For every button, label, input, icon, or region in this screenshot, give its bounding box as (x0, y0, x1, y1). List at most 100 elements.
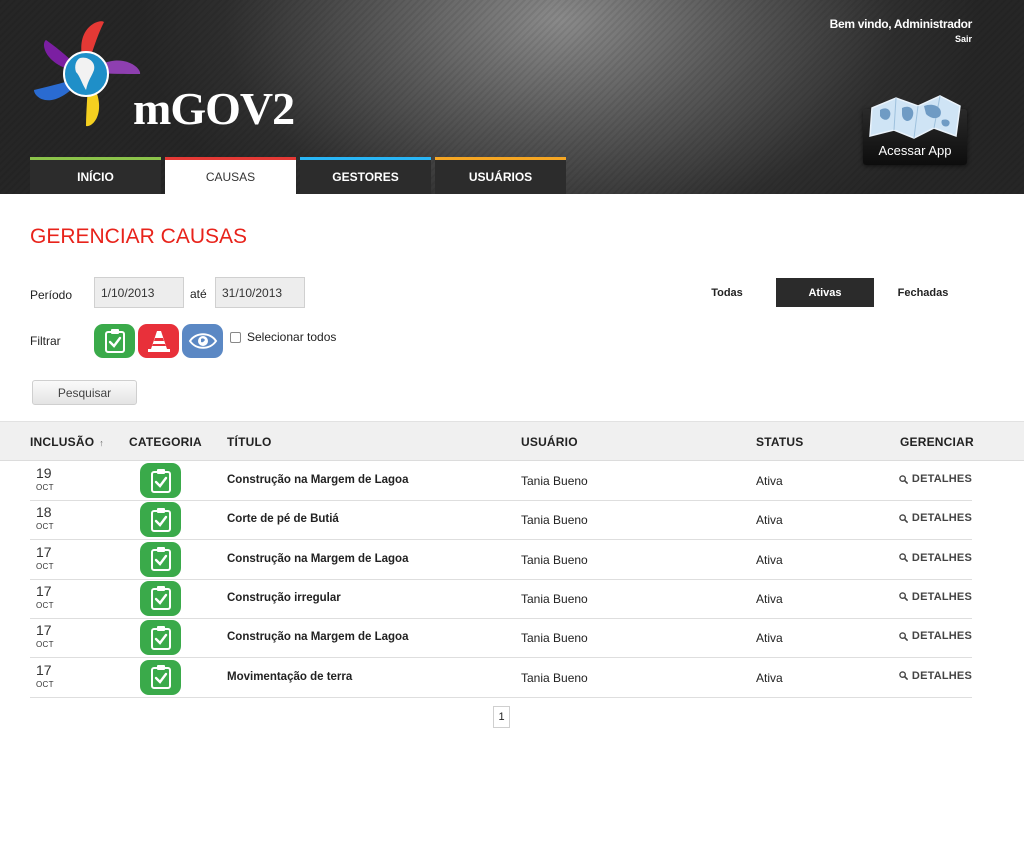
column-title: TÍTULO (227, 435, 272, 449)
details-link[interactable]: DETALHES (899, 473, 972, 485)
eye-icon (188, 333, 217, 349)
access-app-label: Acessar App (878, 143, 952, 158)
cause-title: Construção na Margem de Lagoa (227, 631, 409, 644)
table-row: 17 OCT Construção na Margem de Lagoa Tania … (30, 619, 972, 659)
details-link[interactable]: DETALHES (899, 591, 972, 603)
details-link[interactable]: DETALHES (899, 630, 972, 642)
status-filter-all[interactable]: Todas (678, 278, 776, 307)
magnifier-icon (899, 474, 908, 484)
page-title: GERENCIAR CAUSAS (30, 225, 248, 248)
access-app-button[interactable]: Acessar App (863, 95, 967, 165)
pagination-page-1[interactable]: 1 (493, 706, 510, 728)
category-badge (140, 580, 181, 616)
date-to-input[interactable] (215, 277, 305, 308)
inclusion-month: OCT (36, 522, 54, 532)
magnifier-icon (899, 671, 908, 680)
details-label: DETALHES (911, 551, 972, 564)
column-category: CATEGORIA (129, 435, 202, 449)
logo-emblem-icon (34, 21, 141, 127)
logout-link[interactable]: Sair (830, 34, 972, 44)
category-badge (140, 463, 181, 498)
column-inclusion-label: INCLUSÃO (30, 435, 95, 449)
cause-title: Corte de pé de Butiá (227, 513, 339, 526)
inclusion-month: OCT (36, 679, 54, 689)
tab-causas[interactable]: CAUSAS (165, 157, 296, 194)
details-label: DETALHES (911, 590, 972, 603)
search-button[interactable]: Pesquisar (32, 380, 137, 405)
details-link[interactable]: DETALHES (899, 552, 972, 564)
details-label: DETALHES (911, 512, 972, 525)
main-nav: INÍCIO CAUSAS GESTORES USUÁRIOS (30, 157, 570, 194)
inclusion-month: OCT (36, 640, 54, 650)
tab-inicio[interactable]: INÍCIO (30, 157, 161, 194)
clipboard-check-icon (150, 665, 171, 689)
date-from-input[interactable] (94, 277, 184, 308)
period-label: Período (30, 288, 73, 302)
filter-cone-button[interactable] (138, 324, 179, 358)
world-map-icon (869, 95, 961, 139)
clipboard-check-icon (104, 329, 125, 353)
inclusion-day: 17 (36, 622, 52, 639)
logo-text: mGOV2 (133, 83, 295, 134)
sort-up-icon: ↑ (99, 438, 104, 448)
inclusion-month: OCT (36, 561, 54, 571)
cause-user: Tania Bueno (521, 591, 588, 606)
table-header: INCLUSÃO ↑ CATEGORIA TÍTULO USUÁRIO STATU… (0, 421, 1024, 461)
table-row: 17 OCT Construção irregular Tania Bueno Ativ… (30, 580, 972, 619)
category-badge (140, 541, 181, 577)
details-link[interactable]: DETALHES (899, 512, 972, 524)
header-banner: mGOV2 Bem vindo, Administrador Sair Aces… (0, 0, 1024, 194)
until-label: até (190, 287, 207, 301)
cause-status: Ativa (756, 591, 783, 606)
cause-status: Ativa (756, 670, 783, 685)
filter-clipboard-button[interactable] (94, 324, 135, 358)
column-manage: GERENCIAR (900, 435, 974, 449)
status-filter-closed[interactable]: Fechadas (874, 278, 972, 307)
logo[interactable]: mGOV2 (30, 18, 310, 138)
details-link[interactable]: DETALHES (899, 670, 972, 682)
clipboard-check-icon (150, 547, 171, 572)
cause-title: Construção irregular (227, 591, 341, 604)
category-badge (140, 659, 181, 695)
cause-title: Construção na Margem de Lagoa (227, 474, 409, 486)
tab-gestores[interactable]: GESTORES (300, 157, 431, 194)
column-inclusion[interactable]: INCLUSÃO ↑ (30, 435, 104, 449)
inclusion-month: OCT (36, 600, 54, 610)
cause-status: Ativa (756, 631, 783, 646)
column-user: USUÁRIO (521, 435, 578, 449)
clipboard-check-icon (150, 507, 171, 532)
inclusion-day: 17 (36, 661, 52, 678)
filter-label: Filtrar (30, 334, 61, 348)
magnifier-icon (899, 553, 908, 563)
magnifier-icon (899, 592, 908, 602)
cause-user: Tania Bueno (521, 670, 588, 685)
inclusion-day: 19 (36, 465, 52, 481)
traffic-cone-icon (147, 331, 170, 352)
cause-status: Ativa (756, 513, 783, 528)
table-row: 18 OCT Corte de pé de Butiá Tania Bueno Ativ… (30, 501, 972, 541)
magnifier-icon (899, 514, 908, 523)
inclusion-day: 17 (36, 543, 52, 560)
clipboard-check-icon (150, 468, 171, 493)
cause-status: Ativa (756, 552, 783, 567)
category-badge (140, 502, 181, 538)
column-status: STATUS (756, 435, 804, 449)
table-row: 17 OCT Construção na Margem de Lagoa Tania … (30, 541, 972, 580)
details-label: DETALHES (911, 669, 972, 682)
cause-user: Tania Bueno (521, 474, 588, 488)
table-row: 19 OCT Construção na Margem de Lagoa Tania … (30, 462, 972, 501)
select-all-label: Selecionar todos (247, 330, 337, 344)
status-filter-active[interactable]: Ativas (776, 278, 874, 307)
details-label: DETALHES (911, 473, 972, 485)
cause-title: Construção na Margem de Lagoa (227, 552, 409, 565)
cause-status: Ativa (756, 474, 783, 488)
tab-usuarios[interactable]: USUÁRIOS (435, 157, 566, 194)
select-all-checkbox[interactable] (230, 331, 241, 343)
user-greeting: Bem vindo, Administrador Sair (830, 17, 973, 44)
cause-user: Tania Bueno (521, 631, 588, 646)
filter-eye-button[interactable] (182, 324, 223, 358)
cause-title: Movimentação de terra (227, 670, 353, 683)
inclusion-month: OCT (36, 483, 54, 492)
details-label: DETALHES (911, 630, 972, 643)
clipboard-check-icon (150, 586, 171, 611)
